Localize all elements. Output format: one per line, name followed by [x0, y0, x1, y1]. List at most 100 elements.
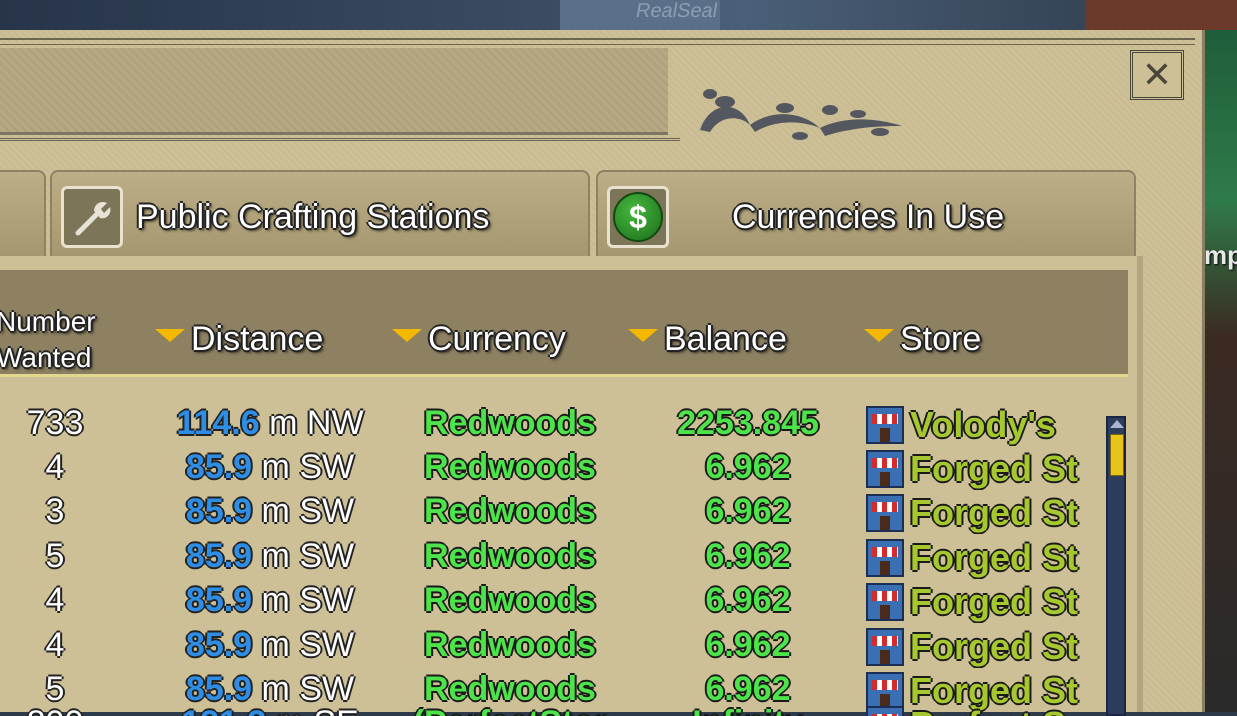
cell-balance: 6.962 [705, 448, 791, 486]
tab-label: Public Crafting Stations [136, 198, 490, 236]
cell-number-wanted: 800 [0, 704, 110, 716]
cell-number-wanted: 3 [45, 492, 65, 530]
store-name: Forged St [910, 626, 1078, 667]
background-scene-right [1200, 30, 1237, 712]
cell-distance: 121.3 m SE [150, 704, 390, 716]
distance-direction: m SW [261, 626, 355, 664]
store-name: Forged St [910, 537, 1078, 578]
tab-currencies-in-use[interactable]: $ Currencies In Use [596, 170, 1136, 256]
distance-direction: m SE [276, 704, 359, 716]
cell-store[interactable]: Forged St [866, 492, 1102, 534]
cell-store[interactable]: Perfect S [866, 704, 1102, 716]
store-icon [866, 628, 904, 666]
scrollbar-thumb[interactable] [1110, 434, 1124, 476]
building-sign: RealSeal [634, 0, 720, 22]
tab-label: Currencies In Use [732, 198, 1005, 236]
store-name: Volody's [910, 404, 1056, 445]
background-brick-wall [1085, 0, 1237, 30]
dollar-glyph: $ [613, 192, 663, 242]
cell-distance: 85.9 m SW [150, 581, 390, 620]
distance-value: 85.9 [185, 626, 253, 664]
store-name: Forged St [910, 581, 1078, 622]
cell-currency[interactable]: Redwoods [390, 581, 630, 620]
wrench-icon [61, 186, 123, 248]
economy-viewer-window: ✕ Public Crafting Stations $ Currencies … [0, 30, 1205, 716]
cell-distance: 85.9 m SW [150, 626, 390, 665]
cell-balance: 6.962 [705, 626, 791, 664]
cell-currency[interactable]: Redwoods [390, 492, 630, 531]
cell-balance: Infinity [628, 704, 868, 716]
table-row[interactable]: 4 85.9 m SW Redwoods 6.962 Forged St [0, 581, 1110, 625]
store-icon [866, 494, 904, 532]
cell-store[interactable]: Forged St [866, 626, 1102, 668]
cell-store[interactable]: Forged St [866, 537, 1102, 579]
close-button[interactable]: ✕ [1130, 50, 1184, 100]
cell-distance: 85.9 m SW [150, 492, 390, 531]
cell-currency[interactable]: Redwoods [390, 448, 630, 487]
scroll-up-arrow-icon[interactable] [1110, 420, 1124, 428]
cell-distance: 85.9 m SW [150, 448, 390, 487]
tab-public-crafting-stations[interactable]: Public Crafting Stations [50, 170, 590, 256]
distance-direction: m SW [261, 537, 355, 575]
header-number-line1: Number [0, 306, 96, 337]
sort-arrow-icon [392, 328, 422, 342]
store-name: Forged St [910, 448, 1078, 489]
sort-arrow-icon [864, 328, 894, 342]
cell-distance: 114.6 m NW [150, 404, 390, 443]
distance-value: 85.9 [185, 537, 253, 575]
cell-balance: 2253.845 [677, 404, 819, 442]
header-balance[interactable]: Balance [628, 320, 787, 359]
sort-arrow-icon [155, 328, 185, 342]
header-distance-label: Distance [191, 320, 324, 358]
tab-previous[interactable] [0, 170, 46, 256]
distance-direction: m SW [261, 670, 355, 708]
distance-direction: m SW [261, 448, 355, 486]
cell-currency[interactable]: Redwoods [390, 537, 630, 576]
title-underline [0, 138, 680, 144]
cell-currency[interactable]: Redwoods [390, 404, 630, 443]
header-store-label: Store [900, 320, 982, 358]
distance-value: 85.9 [185, 670, 253, 708]
cell-balance: 6.962 [705, 581, 791, 619]
store-icon [866, 706, 904, 716]
distance-value: 85.9 [185, 492, 253, 530]
distance-direction: m SW [261, 492, 355, 530]
table-row[interactable]: 800 121.3 m SE (PerfectStor Infinity Per… [0, 704, 1110, 716]
dollar-coin-icon: $ [607, 186, 669, 248]
cell-store[interactable]: Volody's [866, 404, 1102, 446]
distance-direction: m NW [269, 404, 364, 442]
table-body: 733 114.6 m NW Redwoods 2253.845 Volody'… [0, 386, 1110, 716]
store-icon [866, 583, 904, 621]
table-row[interactable]: 5 85.9 m SW Redwoods 6.962 Forged St [0, 537, 1110, 581]
header-distance[interactable]: Distance [155, 320, 323, 359]
header-balance-label: Balance [664, 320, 787, 358]
store-table-panel: Number Wanted Distance Currency Balance … [0, 256, 1143, 716]
table-row[interactable]: 4 85.9 m SW Redwoods 6.962 Forged St [0, 626, 1110, 670]
store-icon [866, 539, 904, 577]
cell-balance: 6.962 [705, 492, 791, 530]
window-frame-line [0, 38, 1195, 45]
cell-currency[interactable]: Redwoods [390, 626, 630, 665]
cell-number-wanted: 5 [45, 537, 65, 575]
table-row[interactable]: 4 85.9 m SW Redwoods 6.962 Forged St [0, 448, 1110, 492]
cell-store[interactable]: Forged St [866, 581, 1102, 623]
header-store[interactable]: Store [864, 320, 981, 359]
header-currency[interactable]: Currency [392, 320, 566, 359]
store-name: Perfect S [910, 704, 1066, 716]
cell-number-wanted: 4 [45, 581, 65, 619]
window-title-bar[interactable] [0, 48, 668, 135]
sort-arrow-icon [628, 328, 658, 342]
store-name: Forged St [910, 492, 1078, 533]
header-number-line2: Wanted [0, 342, 92, 373]
cell-distance: 85.9 m SW [150, 537, 390, 576]
table-row[interactable]: 3 85.9 m SW Redwoods 6.962 Forged St [0, 492, 1110, 536]
store-icon [866, 450, 904, 488]
cell-number-wanted: 733 [26, 404, 84, 442]
header-number-wanted[interactable]: Number Wanted [0, 304, 96, 376]
table-row[interactable]: 733 114.6 m NW Redwoods 2253.845 Volody'… [0, 404, 1110, 448]
distance-direction: m SW [261, 581, 355, 619]
background-building: RealSeal [560, 0, 720, 32]
cell-store[interactable]: Forged St [866, 448, 1102, 490]
cell-currency[interactable]: (PerfectStor [390, 704, 630, 716]
table-scrollbar[interactable] [1106, 416, 1126, 716]
